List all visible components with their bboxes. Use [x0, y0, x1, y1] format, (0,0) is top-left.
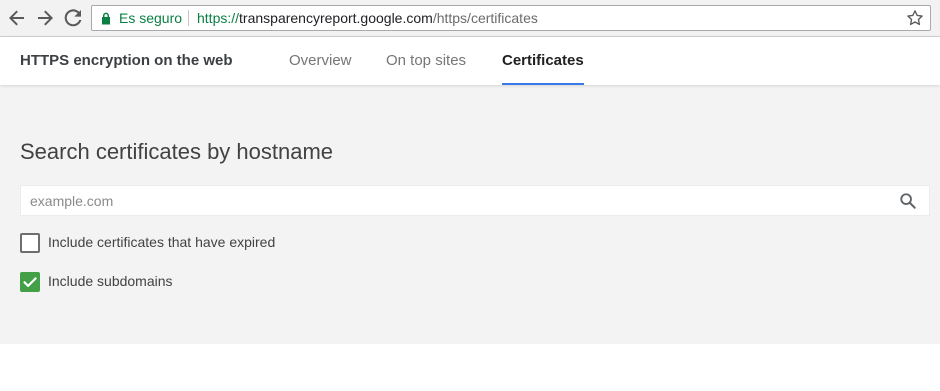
search-box — [20, 185, 930, 216]
tab-on-top-sites[interactable]: On top sites — [386, 37, 466, 85]
tab-overview[interactable]: Overview — [289, 37, 352, 85]
url-host: transparencyreport.google.com — [239, 10, 433, 26]
secure-label[interactable]: Es seguro — [119, 10, 182, 26]
star-icon[interactable] — [906, 9, 924, 27]
expired-certificates-option[interactable]: Include certificates that have expired — [20, 233, 320, 253]
page-title: Search certificates by hostname — [20, 139, 334, 164]
forward-button[interactable] — [34, 7, 56, 29]
url-scheme: https:// — [197, 10, 240, 26]
checkmark-icon — [23, 277, 37, 287]
hostname-search-input[interactable] — [21, 186, 881, 215]
url-text[interactable]: https://transparencyreport.google.com/ht… — [197, 10, 538, 26]
expired-certificates-checkbox[interactable] — [20, 233, 40, 253]
subdomains-option[interactable]: Include subdomains — [20, 272, 200, 292]
subdomains-checkbox[interactable] — [20, 272, 40, 292]
site-header: HTTPS encryption on the web Overview On … — [0, 37, 940, 85]
lock-icon — [102, 12, 110, 25]
site-title[interactable]: HTTPS encryption on the web — [20, 52, 233, 69]
address-separator — [188, 10, 189, 26]
url-path: /https/certificates — [432, 10, 538, 26]
subdomains-label[interactable]: Include subdomains — [48, 273, 173, 289]
search-icon[interactable] — [899, 192, 917, 210]
forward-arrow-icon — [38, 10, 53, 26]
reload-icon — [64, 9, 82, 27]
tab-certificates[interactable]: Certificates — [502, 37, 584, 85]
browser-toolbar: Es seguro https://transparencyreport.goo… — [0, 0, 940, 37]
address-bar[interactable]: Es seguro https://transparencyreport.goo… — [91, 5, 931, 31]
search-panel: Search certificates by hostname Include … — [0, 85, 940, 344]
reload-button[interactable] — [62, 7, 84, 29]
expired-certificates-label[interactable]: Include certificates that have expired — [48, 234, 275, 250]
back-button[interactable] — [6, 7, 28, 29]
back-arrow-icon — [9, 10, 24, 26]
